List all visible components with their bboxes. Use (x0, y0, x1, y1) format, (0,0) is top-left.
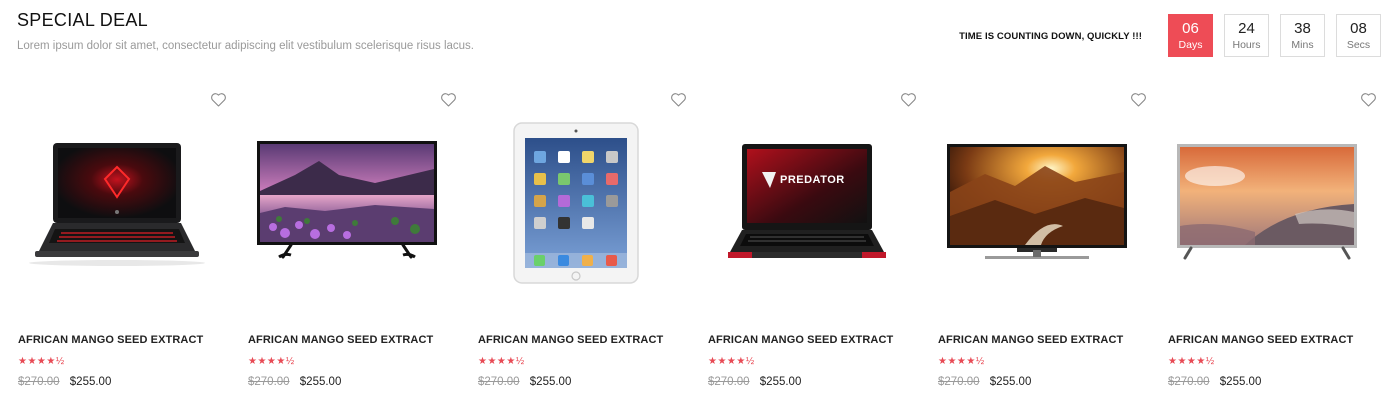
old-price: $270.00 (478, 376, 520, 388)
countdown-secs: 08 Secs (1336, 14, 1381, 57)
old-price: $270.00 (1168, 376, 1210, 388)
countdown-days-value: 06 (1182, 20, 1199, 37)
heart-outline-icon[interactable] (900, 92, 917, 107)
old-price: $270.00 (18, 376, 60, 388)
countdown-hours-unit: Hours (1232, 39, 1261, 51)
product-image-laptop-predator[interactable]: PREDATOR (707, 116, 907, 291)
product-card[interactable]: AFRICAN MANGO SEED EXTRACT ★★★★½ $270.00… (17, 88, 231, 398)
product-image-laptop-omen[interactable] (17, 116, 217, 291)
countdown-hours: 24 Hours (1224, 14, 1269, 57)
product-price: $270.00 $255.00 (938, 376, 1031, 388)
product-price: $270.00 $255.00 (1168, 376, 1261, 388)
countdown-hours-value: 24 (1238, 20, 1255, 37)
countdown-timer: 06 Days 24 Hours 38 Mins 08 Secs (1168, 14, 1381, 57)
star-rating: ★★★★½ (248, 356, 295, 367)
section-title: SPECIAL DEAL (17, 10, 148, 30)
star-rating: ★★★★½ (938, 356, 985, 367)
current-price: $255.00 (69, 376, 112, 388)
heart-outline-icon[interactable] (440, 92, 457, 107)
countdown-mins-unit: Mins (1291, 39, 1314, 51)
current-price: $255.00 (989, 376, 1032, 388)
product-name[interactable]: AFRICAN MANGO SEED EXTRACT (708, 334, 893, 346)
product-card[interactable]: AFRICAN MANGO SEED EXTRACT ★★★★½ $270.00… (247, 88, 461, 398)
product-name[interactable]: AFRICAN MANGO SEED EXTRACT (248, 334, 433, 346)
product-price: $270.00 $255.00 (18, 376, 111, 388)
star-rating: ★★★★½ (1168, 356, 1215, 367)
current-price: $255.00 (529, 376, 572, 388)
product-card[interactable]: AFRICAN MANGO SEED EXTRACT ★★★★½ $270.00… (937, 88, 1151, 398)
product-image-tablet[interactable] (477, 116, 677, 291)
current-price: $255.00 (759, 376, 802, 388)
star-rating: ★★★★½ (18, 356, 65, 367)
current-price: $255.00 (1219, 376, 1262, 388)
countdown-days: 06 Days (1168, 14, 1213, 57)
predator-logo-text: PREDATOR (780, 174, 845, 186)
product-price: $270.00 $255.00 (248, 376, 341, 388)
product-image-tv-coast[interactable] (1167, 116, 1367, 291)
heart-outline-icon[interactable] (670, 92, 687, 107)
product-card[interactable]: PREDATOR AFRICAN MANGO SEED EXTRACT ★★★★… (707, 88, 921, 398)
product-name[interactable]: AFRICAN MANGO SEED EXTRACT (18, 334, 203, 346)
deal-header: SPECIAL DEAL Lorem ipsum dolor sit amet,… (17, 10, 1381, 70)
star-rating: ★★★★½ (708, 356, 755, 367)
old-price: $270.00 (248, 376, 290, 388)
countdown-days-unit: Days (1178, 39, 1203, 51)
product-name[interactable]: AFRICAN MANGO SEED EXTRACT (938, 334, 1123, 346)
product-name[interactable]: AFRICAN MANGO SEED EXTRACT (478, 334, 663, 346)
countdown-mins-value: 38 (1294, 20, 1311, 37)
section-subtitle: Lorem ipsum dolor sit amet, consectetur … (17, 40, 475, 52)
product-card[interactable]: AFRICAN MANGO SEED EXTRACT ★★★★½ $270.00… (1167, 88, 1381, 398)
product-name[interactable]: AFRICAN MANGO SEED EXTRACT (1168, 334, 1353, 346)
old-price: $270.00 (708, 376, 750, 388)
heart-outline-icon[interactable] (1130, 92, 1147, 107)
current-price: $255.00 (299, 376, 342, 388)
countdown-secs-unit: Secs (1346, 39, 1371, 51)
product-price: $270.00 $255.00 (478, 376, 571, 388)
product-card[interactable]: AFRICAN MANGO SEED EXTRACT ★★★★½ $270.00… (477, 88, 691, 398)
countdown-label: TIME IS COUNTING DOWN, QUICKLY !!! (959, 31, 1142, 42)
heart-outline-icon[interactable] (210, 92, 227, 107)
countdown-secs-value: 08 (1350, 20, 1367, 37)
product-grid: AFRICAN MANGO SEED EXTRACT ★★★★½ $270.00… (17, 88, 1381, 398)
heart-outline-icon[interactable] (1360, 92, 1377, 107)
product-image-tv-lake[interactable] (247, 116, 447, 291)
product-image-tv-canyon[interactable] (937, 116, 1137, 291)
product-price: $270.00 $255.00 (708, 376, 801, 388)
countdown-mins: 38 Mins (1280, 14, 1325, 57)
star-rating: ★★★★½ (478, 356, 525, 367)
old-price: $270.00 (938, 376, 980, 388)
